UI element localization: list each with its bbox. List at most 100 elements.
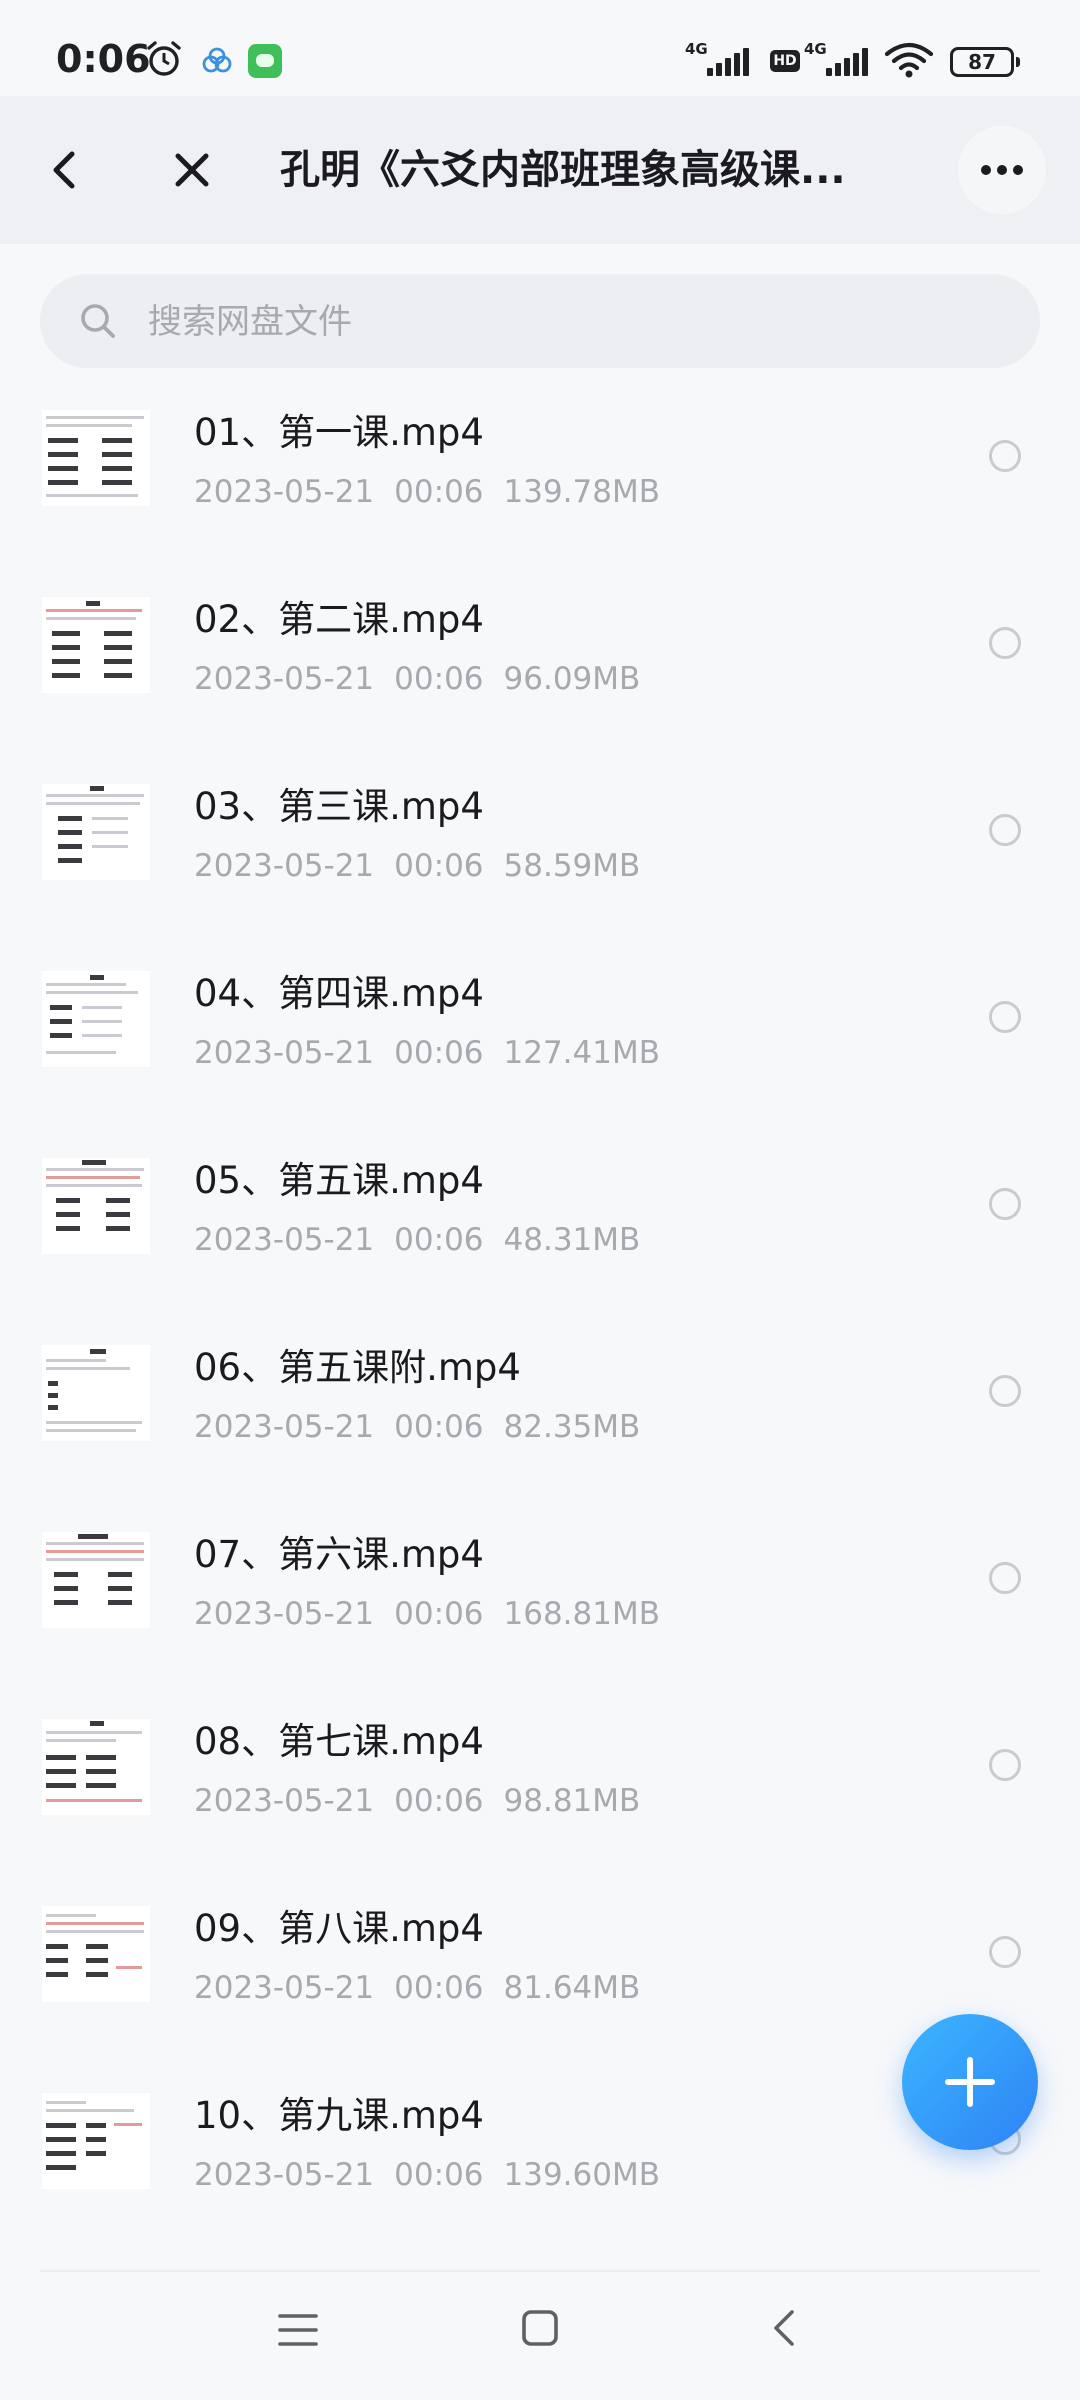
select-checkbox[interactable] [989, 627, 1021, 659]
menu-icon[interactable] [276, 2308, 320, 2352]
battery-icon: 87 [950, 47, 1020, 77]
file-time: 00:06 [394, 1409, 484, 1445]
file-row[interactable]: 05、第五课.mp4 2023-05-21 00:06 48.31MB [0, 1138, 1080, 1325]
network-type-label: 4G [685, 40, 708, 58]
file-time: 00:06 [394, 474, 484, 510]
signal-icon: 4G [804, 40, 874, 80]
hd-icon: HD [770, 50, 800, 72]
file-row[interactable]: 08、第七课.mp4 2023-05-21 00:06 98.81MB [0, 1699, 1080, 1886]
file-meta: 2023-05-21 00:06 81.64MB [194, 1966, 640, 2010]
file-row[interactable]: 03、第三课.mp4 2023-05-21 00:06 58.59MB [0, 764, 1080, 951]
signal-icon: 4G [685, 40, 755, 80]
file-time: 00:06 [394, 1222, 484, 1258]
file-size: 139.60MB [503, 2157, 660, 2193]
file-time: 00:06 [394, 1970, 484, 2006]
cloud-icon [202, 47, 232, 73]
file-meta: 2023-05-21 00:06 98.81MB [194, 1779, 640, 1823]
file-row[interactable]: 02、第二课.mp4 2023-05-21 00:06 96.09MB [0, 577, 1080, 764]
file-date: 2023-05-21 [194, 1222, 375, 1258]
file-row[interactable]: 01、第一课.mp4 2023-05-21 00:06 139.78MB [0, 390, 1080, 577]
file-time: 00:06 [394, 1035, 484, 1071]
more-horizontal-icon [981, 165, 1023, 175]
search-input[interactable] [146, 274, 1010, 370]
file-date: 2023-05-21 [194, 1783, 375, 1819]
video-thumbnail [42, 410, 150, 506]
file-date: 2023-05-21 [194, 474, 375, 510]
search-bar[interactable] [40, 274, 1040, 370]
file-meta: 2023-05-21 00:06 139.78MB [194, 470, 660, 514]
page-title: 孔明《六爻内部班理象高级课... [280, 147, 846, 193]
file-meta: 2023-05-21 00:06 48.31MB [194, 1218, 640, 1262]
select-checkbox[interactable] [989, 1001, 1021, 1033]
file-time: 00:06 [394, 2157, 484, 2193]
file-time: 00:06 [394, 1783, 484, 1819]
video-thumbnail [42, 784, 150, 880]
file-size: 168.81MB [503, 1596, 660, 1632]
file-name: 02、第二课.mp4 [194, 598, 484, 641]
file-meta: 2023-05-21 00:06 127.41MB [194, 1031, 660, 1075]
file-name: 01、第一课.mp4 [194, 411, 484, 454]
search-icon [81, 304, 115, 338]
header: 孔明《六爻内部班理象高级课... [0, 96, 1080, 244]
system-nav-bar [0, 2272, 1080, 2400]
file-meta: 2023-05-21 00:06 96.09MB [194, 657, 640, 701]
network-type-label: 4G [804, 40, 827, 58]
file-meta: 2023-05-21 00:06 82.35MB [194, 1405, 640, 1449]
file-size: 139.78MB [503, 474, 660, 510]
file-date: 2023-05-21 [194, 661, 375, 697]
back-button[interactable] [34, 138, 98, 202]
file-list: 01、第一课.mp4 2023-05-21 00:06 139.78MB 02、第二… [0, 390, 1080, 2260]
select-checkbox[interactable] [989, 440, 1021, 472]
file-size: 81.64MB [503, 1970, 641, 2006]
file-size: 58.59MB [503, 848, 641, 884]
video-thumbnail [42, 971, 150, 1067]
file-time: 00:06 [394, 661, 484, 697]
file-time: 00:06 [394, 848, 484, 884]
file-row[interactable]: 07、第六课.mp4 2023-05-21 00:06 168.81MB [0, 1512, 1080, 1699]
file-name: 04、第四课.mp4 [194, 972, 484, 1015]
file-size: 82.35MB [503, 1409, 641, 1445]
add-button[interactable] [902, 2014, 1038, 2150]
file-time: 00:06 [394, 1596, 484, 1632]
app-notification-icon [248, 44, 282, 78]
file-row[interactable]: 06、第五课附.mp4 2023-05-21 00:06 82.35MB [0, 1325, 1080, 1512]
wifi-icon [884, 42, 934, 78]
file-date: 2023-05-21 [194, 1035, 375, 1071]
file-name: 09、第八课.mp4 [194, 1907, 484, 1950]
back-icon[interactable] [764, 2306, 808, 2350]
select-checkbox[interactable] [989, 1562, 1021, 1594]
close-button[interactable] [160, 138, 224, 202]
file-date: 2023-05-21 [194, 2157, 375, 2193]
status-time: 0:06 [56, 37, 151, 81]
select-checkbox[interactable] [989, 814, 1021, 846]
select-checkbox[interactable] [989, 1188, 1021, 1220]
file-date: 2023-05-21 [194, 848, 375, 884]
video-thumbnail [42, 1532, 150, 1628]
home-icon[interactable] [518, 2306, 562, 2350]
file-size: 98.81MB [503, 1783, 641, 1819]
video-thumbnail [42, 1906, 150, 2002]
file-name: 06、第五课附.mp4 [194, 1346, 521, 1389]
file-name: 10、第九课.mp4 [194, 2094, 484, 2137]
file-date: 2023-05-21 [194, 1596, 375, 1632]
file-row[interactable]: 04、第四课.mp4 2023-05-21 00:06 127.41MB [0, 951, 1080, 1138]
alarm-icon [147, 41, 181, 76]
file-meta: 2023-05-21 00:06 168.81MB [194, 1592, 660, 1636]
file-meta: 2023-05-21 00:06 58.59MB [194, 844, 640, 888]
select-checkbox[interactable] [989, 1375, 1021, 1407]
video-thumbnail [42, 1158, 150, 1254]
file-size: 127.41MB [503, 1035, 660, 1071]
select-checkbox[interactable] [989, 1749, 1021, 1781]
video-thumbnail [42, 1345, 150, 1441]
video-thumbnail [42, 597, 150, 693]
more-button[interactable] [958, 126, 1046, 214]
file-size: 48.31MB [503, 1222, 641, 1258]
file-name: 05、第五课.mp4 [194, 1159, 484, 1202]
file-meta: 2023-05-21 00:06 139.60MB [194, 2153, 660, 2197]
file-date: 2023-05-21 [194, 1409, 375, 1445]
status-bar: 0:06 4G HD 4G 87 [0, 0, 1080, 96]
video-thumbnail [42, 2093, 150, 2189]
plus-icon [945, 2057, 995, 2107]
video-thumbnail [42, 1719, 150, 1815]
select-checkbox[interactable] [989, 1936, 1021, 1968]
